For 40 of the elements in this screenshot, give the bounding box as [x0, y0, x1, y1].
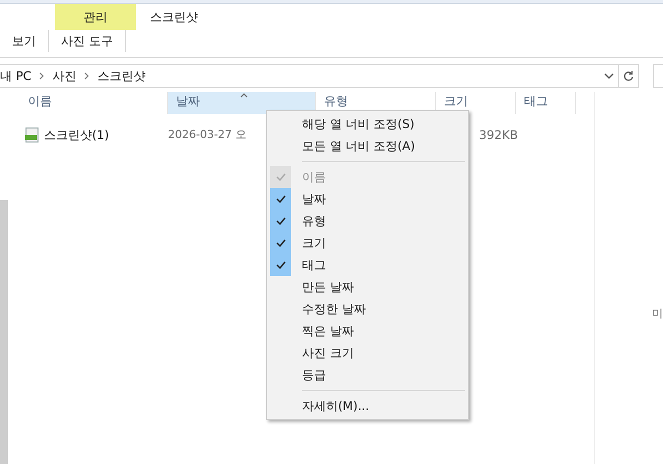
menu-item[interactable]: 수정한 날짜: [270, 298, 465, 320]
check-icon: [276, 195, 286, 203]
menu-item[interactable]: 해당 열 너비 조정(S): [270, 113, 465, 135]
refresh-icon: [623, 70, 634, 82]
breadcrumb[interactable]: 사진: [52, 67, 76, 85]
column-header[interactable]: 태그: [516, 92, 576, 114]
menu-item[interactable]: 자세히(M)...: [270, 395, 465, 417]
chevron-right-icon: [84, 72, 90, 80]
menu-item[interactable]: 사진 크기: [270, 342, 465, 364]
breadcrumb[interactable]: 내 PC: [0, 67, 32, 85]
ribbon-tab[interactable]: 보기: [0, 30, 48, 52]
menu-item[interactable]: 등급: [270, 364, 465, 386]
refresh-button[interactable]: [619, 64, 639, 88]
file-name: 스크린샷(1): [44, 127, 110, 144]
check-icon: [276, 261, 286, 269]
file-size: 392KB: [478, 127, 518, 144]
file-date: 2026-03-27 오: [168, 126, 246, 143]
search-field[interactable]: [653, 64, 663, 88]
menu-item[interactable]: 크기: [270, 232, 465, 254]
menu-item[interactable]: 유형: [270, 210, 465, 232]
chevron-down-icon[interactable]: [604, 73, 614, 79]
menu-item[interactable]: 태그: [270, 254, 465, 276]
menu-item[interactable]: 모든 열 너비 조정(A): [270, 135, 465, 157]
check-icon: [276, 217, 286, 225]
breadcrumb[interactable]: 스크린샷: [97, 67, 146, 85]
context-title: 스크린샷: [150, 9, 198, 26]
image-file-icon: [24, 127, 40, 143]
column-header[interactable]: 날짜: [168, 92, 316, 114]
menu-item[interactable]: 날짜: [270, 188, 465, 210]
scrollbar[interactable]: [0, 200, 8, 464]
ribbon-tab[interactable]: 사진 도구: [48, 30, 126, 52]
sort-up-icon: [240, 93, 248, 98]
menu-item[interactable]: 만든 날짜: [270, 276, 465, 298]
chevron-right-icon: [39, 72, 44, 80]
preview-text: 미: [652, 306, 663, 322]
tool-tab[interactable]: 관리: [55, 4, 136, 30]
menu-item[interactable]: 찍은 날짜: [270, 320, 465, 342]
check-icon: [276, 239, 286, 247]
check-icon: [276, 173, 286, 181]
address-bar[interactable]: 내 PC 사진 스크린샷: [0, 64, 619, 88]
